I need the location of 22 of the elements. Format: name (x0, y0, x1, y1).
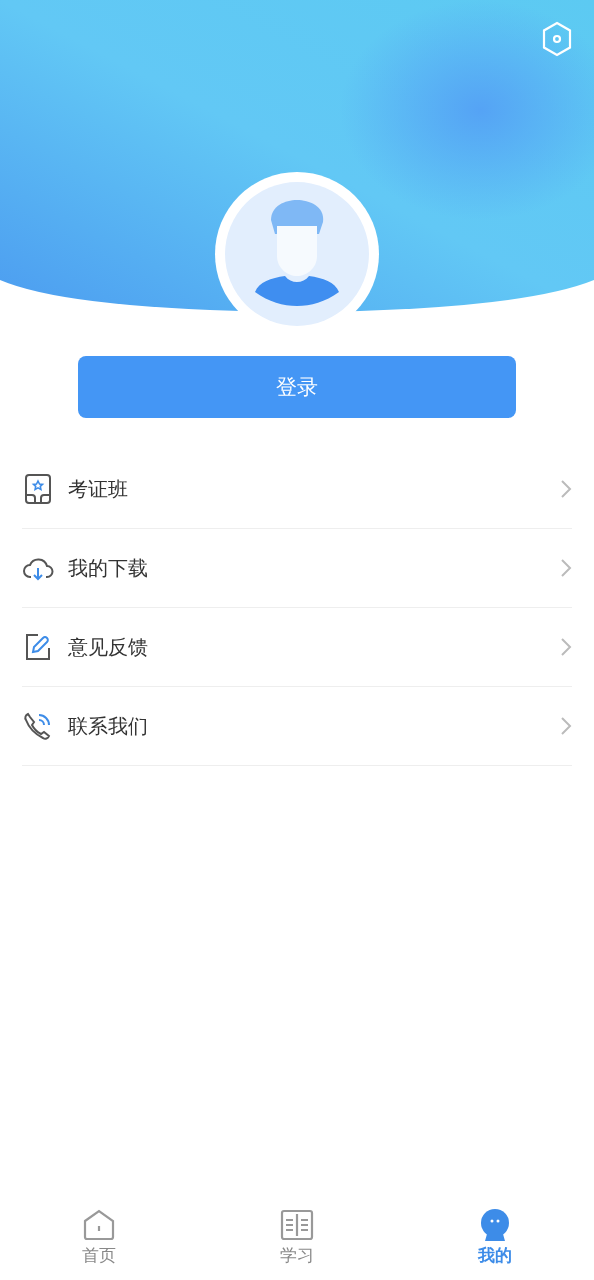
profile-icon (478, 1208, 512, 1242)
settings-icon[interactable] (541, 21, 573, 57)
chevron-right-icon (560, 716, 572, 736)
home-icon (82, 1208, 116, 1242)
certificate-icon (22, 473, 54, 505)
nav-tab[interactable]: 学习 (198, 1198, 396, 1280)
menu-item[interactable]: 意见反馈 (22, 608, 572, 687)
chevron-right-icon (560, 637, 572, 657)
book-icon (280, 1208, 314, 1242)
menu-label: 我的下载 (68, 554, 149, 582)
menu-label: 联系我们 (68, 712, 149, 740)
menu-label: 意见反馈 (68, 633, 149, 661)
menu-item[interactable]: 考证班 (22, 450, 572, 529)
chevron-right-icon (560, 558, 572, 578)
nav-tab[interactable]: 首页 (0, 1198, 198, 1280)
chevron-right-icon (560, 479, 572, 499)
menu-item[interactable]: 我的下载 (22, 529, 572, 608)
menu-item[interactable]: 联系我们 (22, 687, 572, 766)
tab-label: 我的 (478, 1244, 512, 1267)
tab-label: 首页 (82, 1244, 116, 1267)
tab-label: 学习 (280, 1244, 314, 1267)
menu-label: 考证班 (68, 475, 129, 503)
